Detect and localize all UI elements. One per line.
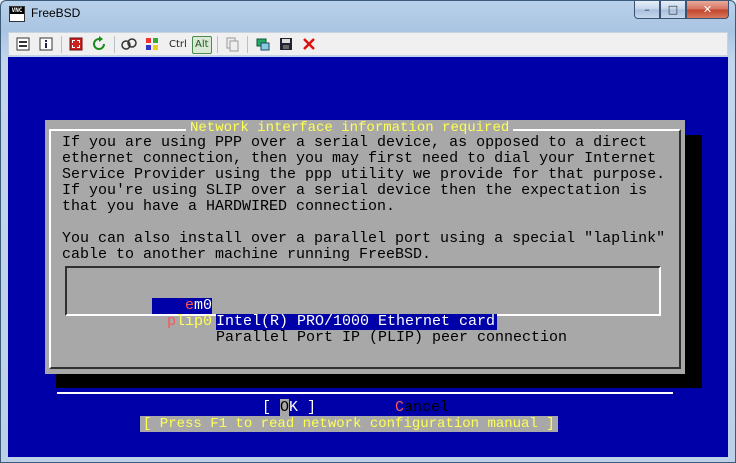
ok-hotkey: O	[280, 399, 290, 416]
app-icon-label: VNC	[10, 7, 24, 14]
window-controls: – □ ✕	[634, 1, 729, 21]
menu-item-description: Intel(R) PRO/1000 Ethernet card	[216, 313, 498, 330]
hotkey-letter: p	[166, 313, 176, 330]
cancel-rest: ancel	[404, 399, 450, 416]
ok-rest: K ]	[289, 399, 317, 416]
new-connection-icon[interactable]	[255, 36, 271, 52]
title-bar[interactable]: VNC FreeBSD – □ ✕	[1, 1, 735, 27]
button-divider	[57, 392, 673, 394]
maximize-icon: □	[667, 3, 679, 16]
full-screen-icon[interactable]	[68, 36, 84, 52]
copy-clipboard-icon[interactable]	[224, 36, 240, 52]
minimize-button[interactable]: –	[634, 1, 660, 19]
toolbar-separator	[61, 36, 62, 53]
interface-menu: em0 Intel(R) PRO/1000 Ethernet card plip…	[65, 266, 661, 346]
start-menu-icon[interactable]	[144, 36, 160, 52]
menu-item-tag: plip0	[152, 314, 212, 330]
remote-screen[interactable]: Network interface information required I…	[8, 57, 728, 457]
dialog-body-text: If you are using PPP over a serial devic…	[62, 134, 666, 263]
network-interface-dialog: Network interface information required I…	[45, 120, 685, 432]
vnc-app-icon[interactable]: VNC	[9, 6, 25, 22]
vnc-window: VNC FreeBSD – □ ✕ Ctrl Alt Network inter…	[0, 0, 736, 463]
save-icon[interactable]	[278, 36, 294, 52]
toolbar-separator	[217, 36, 218, 53]
ctrl-key-button[interactable]: Ctrl	[166, 36, 190, 54]
close-icon: ✕	[702, 3, 713, 16]
connection-info-icon[interactable]	[38, 36, 54, 52]
vnc-toolbar: Ctrl Alt	[8, 32, 728, 56]
close-button[interactable]: ✕	[686, 1, 729, 19]
ok-button[interactable]: [ OK ]	[260, 399, 319, 416]
menu-item-plip0[interactable]: plip0 Parallel Port IP (PLIP) peer conne…	[67, 298, 567, 362]
disconnect-icon[interactable]	[301, 36, 317, 52]
toolbar-separator	[114, 36, 115, 53]
cancel-button[interactable]: Cancel	[395, 400, 449, 416]
ctrl-alt-del-icon[interactable]	[121, 36, 137, 52]
menu-item-tag: em0	[152, 298, 212, 314]
connection-options-icon[interactable]	[15, 36, 31, 52]
help-hint: [ Press F1 to read network configuration…	[140, 416, 558, 432]
alt-key-button[interactable]: Alt	[192, 36, 212, 54]
window-title: FreeBSD	[31, 6, 81, 20]
toolbar-separator	[247, 36, 248, 53]
hotkey-letter: e	[184, 297, 194, 314]
menu-item-description: Parallel Port IP (PLIP) peer connection	[216, 329, 568, 346]
cancel-hotkey: C	[395, 399, 405, 416]
maximize-button[interactable]: □	[660, 1, 686, 19]
tag-rest: lip0	[175, 313, 212, 330]
minimize-icon: –	[644, 3, 650, 16]
tag-rest: m0	[193, 297, 212, 314]
ok-bracket-left: [	[262, 399, 281, 416]
refresh-icon[interactable]	[91, 36, 107, 52]
